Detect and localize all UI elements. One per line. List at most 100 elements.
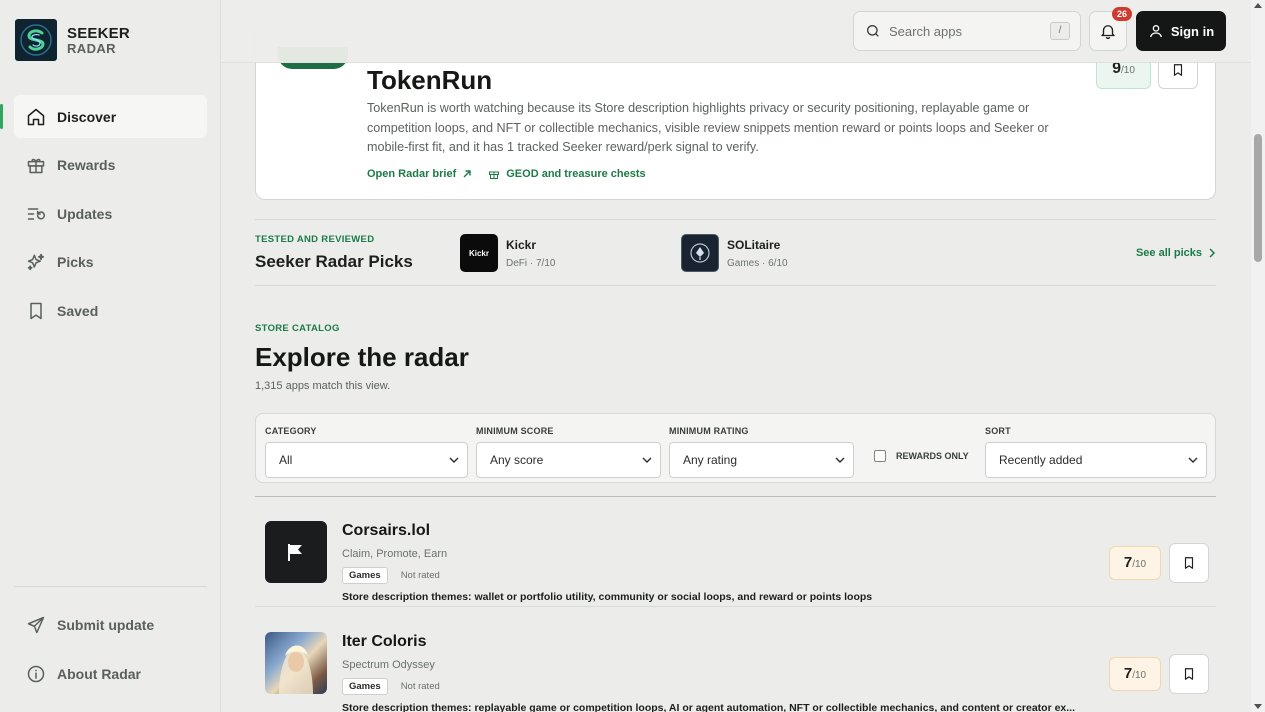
app-score-value: 7	[1123, 554, 1133, 571]
app-score-max: /10	[1132, 670, 1147, 681]
sidebar-item-label: About Radar	[57, 665, 141, 682]
kickr-icon-text: Kickr	[468, 248, 489, 258]
sidebar-divider	[14, 586, 207, 587]
scroll-up-arrow[interactable]	[1254, 3, 1262, 8]
chevron-down-icon	[835, 457, 845, 463]
brand-line1: SEEKER	[67, 24, 130, 42]
picks-eyebrow: TESTED AND REVIEWED	[255, 234, 375, 245]
app-score-max: /10	[1132, 559, 1147, 570]
info-icon	[27, 665, 45, 682]
sidebar-item-updates[interactable]: Updates	[14, 192, 207, 235]
app-description: Store description themes: replayable gam…	[342, 702, 1076, 712]
external-arrow-icon	[463, 170, 471, 178]
see-all-picks-label: See all picks	[1135, 247, 1202, 259]
sidebar-item-label: Picks	[57, 254, 94, 270]
sidebar-item-rewards[interactable]: Rewards	[14, 144, 207, 187]
app-score-badge: 7/10	[1109, 546, 1161, 580]
radar-swirl-icon	[20, 24, 52, 56]
app-name[interactable]: Iter Coloris	[342, 633, 426, 651]
filter-label: MINIMUM SCORE	[476, 426, 554, 436]
pick-name: Kickr	[506, 237, 537, 252]
bookmark-icon	[1173, 64, 1183, 76]
featured-app-description: TokenRun is worth watching because its S…	[367, 101, 1049, 154]
sidebar-item-label: Discover	[57, 108, 117, 125]
home-icon	[27, 108, 45, 125]
save-app-button[interactable]	[1169, 543, 1209, 583]
chevron-right-icon	[1209, 248, 1216, 258]
row-divider	[255, 606, 1216, 607]
rewards-only-label: REWARDS ONLY	[896, 451, 969, 461]
sidebar-item-submit-update[interactable]: Submit update	[14, 603, 207, 646]
bookmark-icon	[30, 302, 42, 319]
app-score-value: 7	[1123, 665, 1133, 682]
picks-title: Seeker Radar Picks	[255, 252, 413, 271]
page-scrollbar[interactable]	[1251, 0, 1265, 712]
search-input[interactable]	[889, 23, 1039, 39]
sidebar-nav: Discover Rewards Updates Picks Saved	[0, 95, 207, 338]
see-all-picks-link[interactable]: See all picks	[1136, 247, 1216, 259]
main-content: TokenRun TokenRun is worth watching beca…	[221, 0, 1251, 712]
sign-in-button[interactable]: Sign in	[1136, 11, 1226, 51]
pick-item-kickr[interactable]: Kickr Kickr DeFi · 7/10	[460, 234, 555, 272]
result-count: 1,315 apps match this view.	[255, 380, 391, 392]
search-shortcut-hint: /	[1050, 22, 1070, 40]
min-rating-filter: MINIMUM RATING Any rating	[669, 426, 854, 478]
notifications-button[interactable]: 26	[1089, 7, 1132, 51]
pick-meta: Games · 6/10	[727, 257, 788, 269]
app-tags: Games Not rated	[342, 567, 440, 584]
sidebar-item-discover[interactable]: Discover	[0, 95, 207, 138]
sidebar-item-label: Rewards	[57, 157, 116, 173]
corsairs-app-icon	[265, 521, 327, 583]
select-value: Any score	[490, 453, 544, 467]
pick-item-solitaire[interactable]: SOLitaire Games · 6/10	[681, 234, 788, 272]
gift-icon	[489, 171, 500, 179]
reward-signal-label: GEOD and treasure chests	[506, 168, 646, 180]
rewards-only-checkbox[interactable]	[874, 450, 886, 462]
app-tags: Games Not rated	[342, 678, 440, 695]
scroll-thumb[interactable]	[1254, 134, 1262, 262]
send-icon	[27, 616, 45, 633]
app-description: Store description themes: wallet or port…	[342, 591, 873, 603]
search-box[interactable]: /	[853, 11, 1081, 51]
min-score-select[interactable]: Any score	[476, 442, 661, 478]
app-name[interactable]: Corsairs.lol	[342, 522, 430, 540]
featured-app-title: TokenRun	[367, 65, 493, 95]
category-tag: Games	[342, 678, 388, 695]
open-radar-brief-label: Open Radar brief	[367, 168, 457, 180]
brand-line2: RADAR	[67, 40, 116, 56]
min-score-filter: MINIMUM SCORE Any score	[476, 426, 661, 478]
pick-meta: DeFi · 7/10	[506, 257, 556, 269]
scroll-down-arrow[interactable]	[1254, 704, 1262, 709]
rating-status: Not rated	[400, 681, 440, 692]
app-list-item[interactable]: Corsairs.lol Claim, Promote, Earn Games …	[255, 507, 1216, 615]
sidebar-item-picks[interactable]: Picks	[14, 241, 207, 284]
category-select[interactable]: All	[265, 442, 468, 478]
filter-label: CATEGORY	[265, 426, 317, 436]
spade-emblem-icon	[690, 243, 710, 263]
category-tag: Games	[342, 567, 388, 584]
brand[interactable]: SEEKER RADAR	[15, 19, 130, 61]
save-app-button[interactable]	[1169, 654, 1209, 694]
iter-coloris-app-icon	[265, 632, 327, 694]
flag-icon	[288, 544, 302, 561]
sidebar-item-about-radar[interactable]: About Radar	[14, 652, 207, 695]
sparkles-icon	[27, 253, 45, 271]
reward-signal-link[interactable]: GEOD and treasure chests	[488, 168, 646, 180]
rewards-only-toggle[interactable]: REWARDS ONLY	[874, 450, 969, 462]
character-portrait-icon	[279, 645, 313, 694]
app-list-item[interactable]: Iter Coloris Spectrum Odyssey Games Not …	[255, 618, 1216, 712]
sidebar-item-label: Saved	[57, 302, 99, 319]
min-rating-select[interactable]: Any rating	[669, 442, 854, 478]
chevron-down-icon	[449, 457, 459, 463]
filter-label: MINIMUM RATING	[669, 426, 749, 436]
sort-select[interactable]: Recently added	[985, 442, 1207, 478]
bell-icon	[1101, 25, 1115, 40]
open-radar-brief-link[interactable]: Open Radar brief	[367, 168, 472, 180]
gift-icon	[27, 158, 45, 174]
app-score-badge: 7/10	[1109, 657, 1161, 691]
notification-count-badge: 26	[1112, 7, 1132, 21]
sidebar-footer-nav: Submit update About Radar	[14, 603, 207, 701]
solitaire-app-icon	[681, 234, 719, 272]
sidebar-item-saved[interactable]: Saved	[14, 289, 207, 332]
top-bar: / 26 Sign in	[221, 0, 1251, 63]
